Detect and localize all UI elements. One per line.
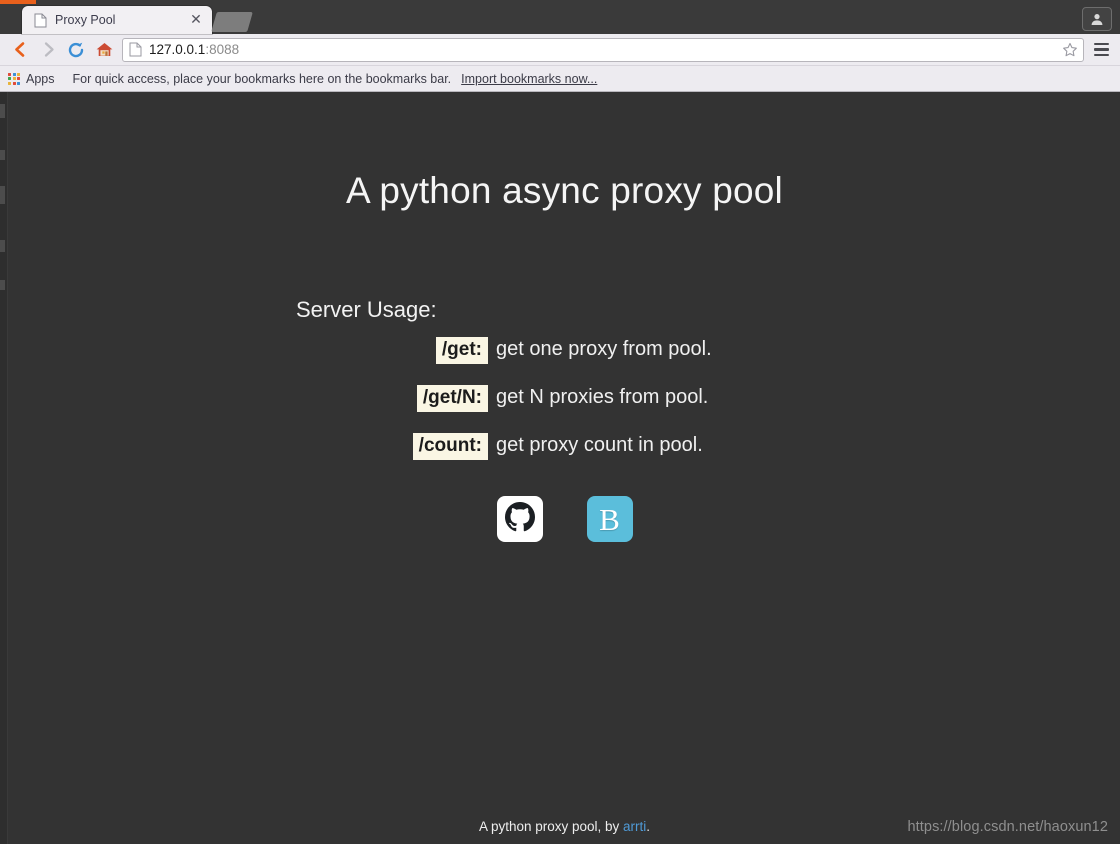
tab-strip: Proxy Pool ✕ [0,0,1120,34]
back-arrow-icon[interactable] [6,37,34,63]
star-icon[interactable] [1061,41,1079,59]
left-rail [0,92,8,844]
page-icon [34,13,47,28]
usage-heading: Server Usage: [296,297,437,322]
social-links-row: B [9,496,1120,542]
hamburger-menu-icon[interactable] [1090,38,1112,62]
url-host: 127.0.0.1 [149,42,206,57]
blog-link[interactable]: B [586,496,633,542]
endpoint-key-wrap: /count: [296,433,488,460]
reload-icon[interactable] [62,37,90,63]
endpoint-key: /get/N: [416,385,488,412]
tab-title: Proxy Pool [55,13,116,27]
endpoint-row: /get: get one proxy from pool. [296,337,712,371]
endpoint-description: get one proxy from pool. [496,338,712,360]
page-title: A python async proxy pool [346,170,783,211]
window-accent-bar [0,0,36,4]
server-usage-section: Server Usage: /get: get one proxy from p… [296,297,712,467]
github-icon [504,501,535,537]
endpoint-key: /count: [412,433,488,460]
blog-b-icon: B [599,501,620,537]
browser-toolbar: 127.0.0.1:8088 [0,34,1120,66]
tab-proxy-pool[interactable]: Proxy Pool ✕ [22,6,212,34]
bookmarks-hint: For quick access, place your bookmarks h… [72,71,452,86]
endpoint-key-wrap: /get: [296,337,488,364]
footer-suffix: . [646,819,651,834]
profile-icon[interactable] [1082,7,1112,31]
endpoint-description: get proxy count in pool. [496,434,703,456]
endpoint-description: get N proxies from pool. [496,386,709,408]
home-icon[interactable] [90,37,118,63]
endpoint-row: /count: get proxy count in pool. [296,433,712,467]
forward-arrow-icon[interactable] [34,37,62,63]
endpoint-key: /get: [435,337,488,364]
url-text: 127.0.0.1:8088 [149,42,1061,57]
watermark: https://blog.csdn.net/haoxun12 [907,819,1108,835]
author-link[interactable]: arrti [623,819,646,834]
github-link[interactable] [496,496,543,542]
import-bookmarks-link[interactable]: Import bookmarks now... [461,72,597,86]
apps-grid-icon[interactable] [8,72,20,85]
page-icon [129,42,142,57]
footer-prefix: A python proxy pool, by [478,819,624,834]
page-viewport: A python async proxy pool Server Usage: … [0,92,1120,844]
endpoint-key-wrap: /get/N: [296,385,488,412]
page-content: A python async proxy pool Server Usage: … [9,92,1120,844]
close-icon[interactable]: ✕ [188,12,204,28]
apps-label[interactable]: Apps [26,72,55,86]
new-tab-icon[interactable] [211,12,253,32]
bookmarks-bar: Apps For quick access, place your bookma… [0,66,1120,92]
url-port: :8088 [205,42,240,57]
endpoint-row: /get/N: get N proxies from pool. [296,385,712,419]
address-bar[interactable]: 127.0.0.1:8088 [122,37,1084,62]
browser-window: Proxy Pool ✕ 127.0.0.1:8088 Apps For qui… [0,0,1120,844]
